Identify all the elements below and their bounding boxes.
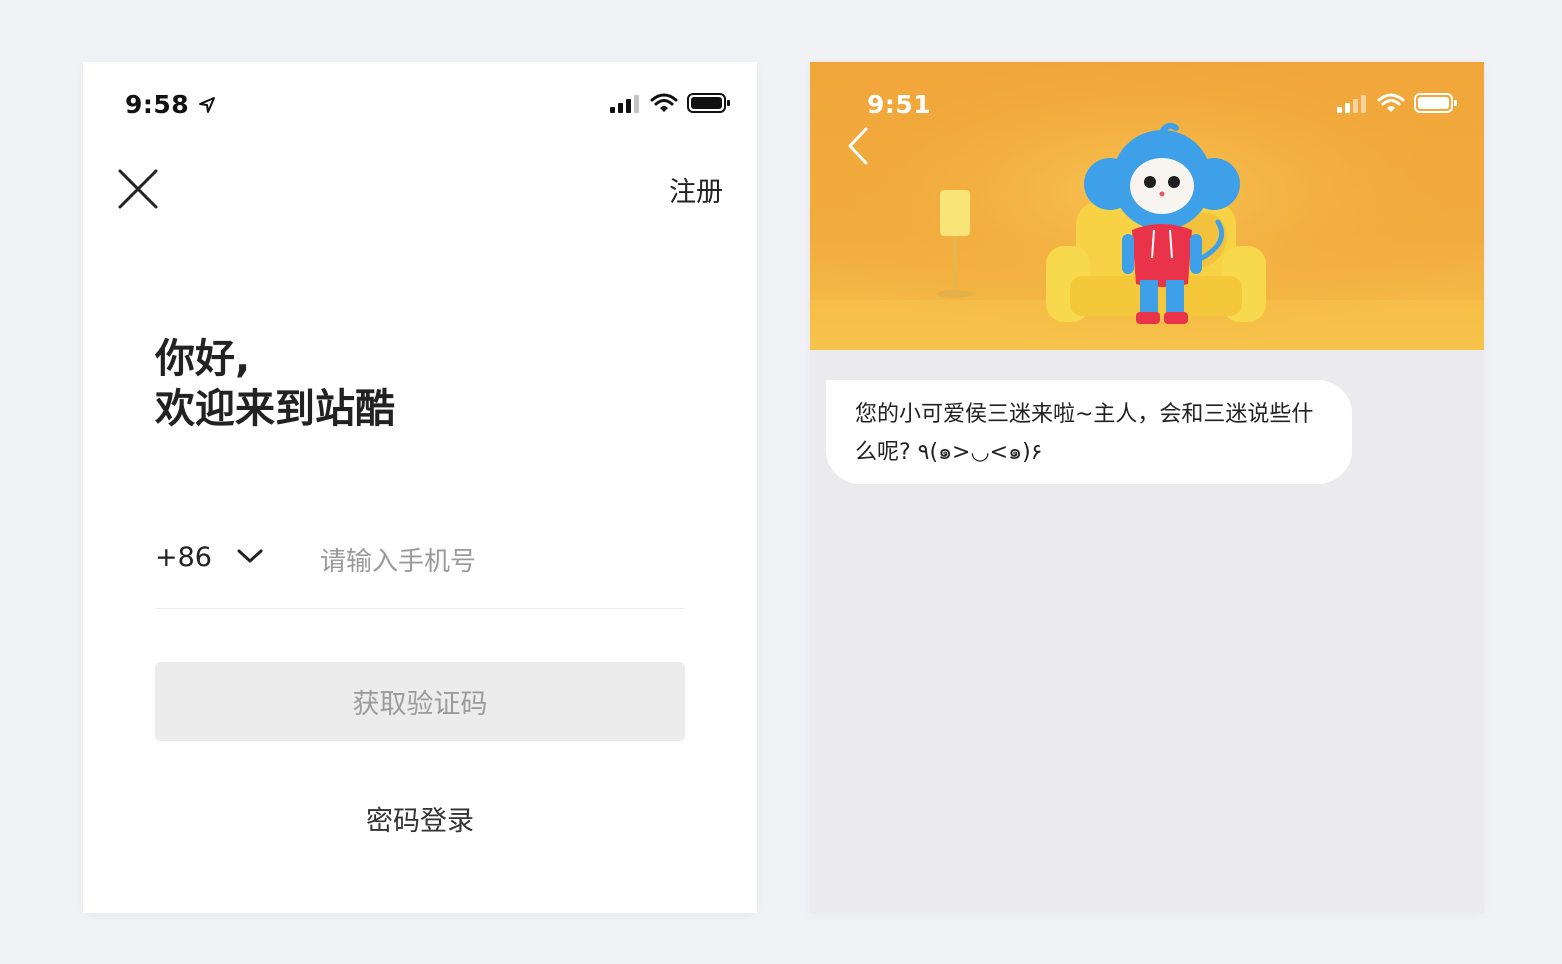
chat-screen: 9:51 您的小可爱侯三迷来啦~主人，会和三迷说些什么呢? ٩(๑>◡<๑)۶ — [810, 62, 1484, 913]
country-code-selector[interactable]: +86 — [155, 542, 212, 573]
wifi-icon — [1377, 93, 1405, 112]
status-bar: 9:58 — [83, 62, 757, 142]
chat-message-text: 您的小可爱侯三迷来啦~主人，会和三迷说些什么呢? ٩(๑>◡<๑)۶ — [855, 402, 1314, 465]
signal-icon — [610, 95, 639, 113]
status-icons — [1336, 92, 1458, 114]
battery-icon — [1414, 93, 1457, 113]
close-button[interactable] — [116, 167, 160, 211]
mascot-banner: 9:51 — [810, 62, 1484, 350]
status-bar: 9:51 — [810, 62, 1484, 142]
close-icon — [118, 169, 158, 209]
chat-message-bubble: 您的小可爱侯三迷来啦~主人，会和三迷说些什么呢? ٩(๑>◡<๑)۶ — [826, 380, 1352, 484]
status-time: 9:58 — [125, 90, 216, 119]
welcome-heading: 你好, 欢迎来到站酷 — [155, 334, 395, 434]
back-button[interactable] — [846, 126, 870, 170]
back-arrow-icon — [848, 127, 868, 165]
password-login-link[interactable]: 密码登录 — [155, 799, 685, 838]
register-link[interactable]: 注册 — [669, 170, 723, 209]
chevron-down-icon[interactable] — [237, 546, 263, 566]
greeting-line-1: 你好, — [155, 336, 251, 382]
phone-input-row: +86 — [155, 532, 685, 609]
battery-icon — [687, 93, 730, 113]
signal-icon — [1337, 95, 1366, 113]
status-time: 9:51 — [867, 90, 932, 119]
status-icons — [609, 92, 731, 114]
greeting-line-2: 欢迎来到站酷 — [155, 386, 395, 432]
login-screen: 9:58 注册 你好, 欢迎来到站酷 +86 请输入手机号 获取验证码 密码登录 — [83, 62, 757, 913]
get-verification-code-button[interactable]: 获取验证码 — [155, 662, 685, 741]
wifi-icon — [650, 93, 678, 112]
phone-number-input[interactable] — [320, 532, 680, 592]
location-arrow-icon — [199, 97, 216, 113]
